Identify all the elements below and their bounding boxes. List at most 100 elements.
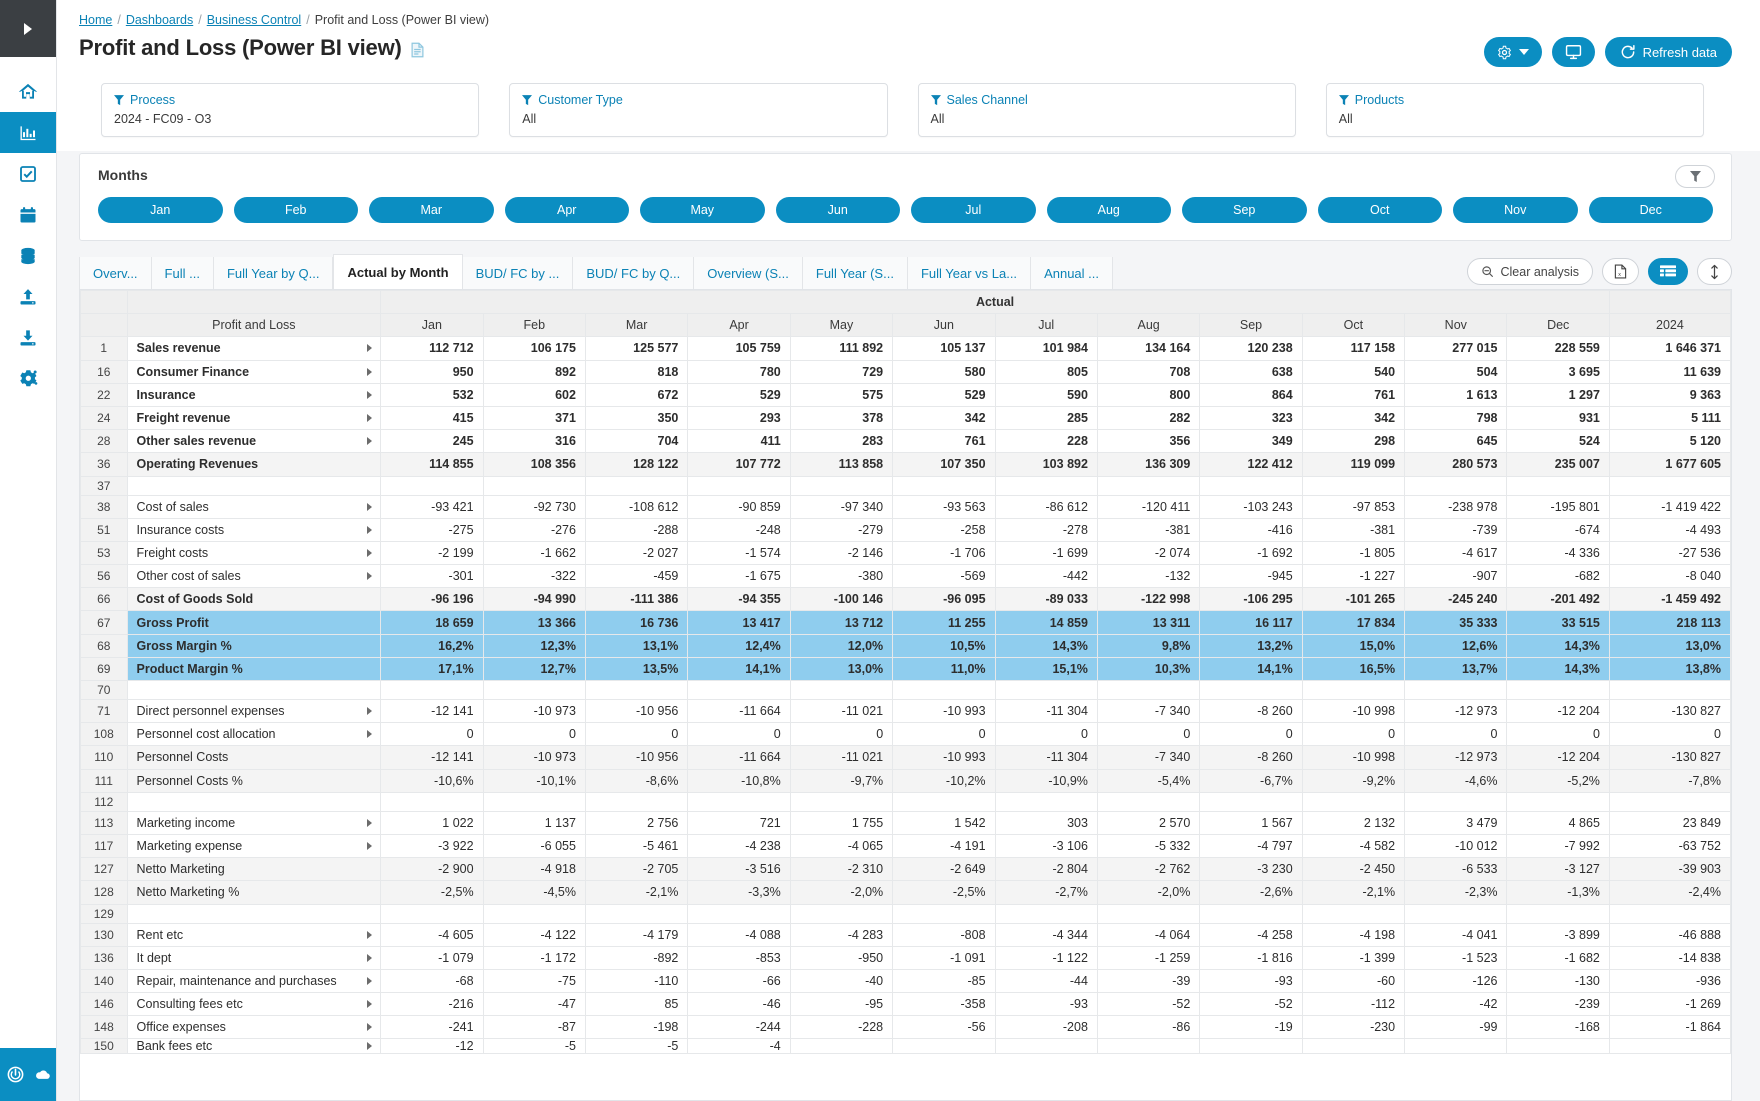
- table-cell[interactable]: -230: [1301, 1015, 1406, 1040]
- table-row[interactable]: 16 Consumer Finance 950 892 818 780 729 580 805 7…: [80, 359, 1731, 384]
- table-cell[interactable]: 303: [994, 810, 1098, 835]
- table-cell[interactable]: 645: [1404, 429, 1508, 454]
- table-cell[interactable]: -130: [1506, 968, 1610, 994]
- table-cell[interactable]: -4 605: [380, 922, 484, 947]
- tab-8[interactable]: Full Year vs La...: [907, 257, 1032, 289]
- table-cell[interactable]: 117 158: [1301, 336, 1406, 361]
- table-cell[interactable]: -1 816: [1199, 945, 1303, 970]
- table-cell[interactable]: 17 834: [1301, 610, 1406, 635]
- table-cell[interactable]: -1 805: [1301, 540, 1406, 566]
- column-header-apr[interactable]: Apr: [687, 313, 791, 338]
- table-row[interactable]: 66 Cost of Goods Sold -96 196 -94 990 -111 3…: [80, 587, 1731, 612]
- row-label[interactable]: Bank fees etc: [126, 1038, 382, 1055]
- table-cell[interactable]: 11,0%: [892, 656, 996, 682]
- table-cell[interactable]: -2,0%: [1096, 880, 1201, 905]
- table-cell[interactable]: 14,1%: [687, 656, 791, 682]
- table-cell[interactable]: -3,3%: [687, 880, 791, 905]
- table-cell[interactable]: -5: [482, 1038, 586, 1055]
- table-cell[interactable]: 13,7%: [1404, 656, 1508, 682]
- table-cell[interactable]: -168: [1506, 1015, 1610, 1040]
- table-cell[interactable]: 16,5%: [1301, 656, 1406, 682]
- table-cell[interactable]: 350: [584, 405, 689, 431]
- month-button-jul[interactable]: Jul: [911, 197, 1036, 223]
- table-cell[interactable]: -120 411: [1096, 494, 1201, 519]
- table-row[interactable]: 136 It dept -1 079 -1 172 -892 -853 -950 -1 091…: [80, 945, 1731, 970]
- table-cell[interactable]: -2,1%: [1301, 880, 1406, 905]
- table-cell[interactable]: -2,7%: [994, 880, 1098, 905]
- table-cell[interactable]: -4,6%: [1404, 768, 1508, 793]
- table-cell[interactable]: 13,2%: [1199, 633, 1303, 658]
- table-cell[interactable]: 12,4%: [687, 633, 791, 658]
- tab-0[interactable]: Overv...: [79, 257, 152, 289]
- table-cell[interactable]: -10 956: [584, 698, 689, 724]
- table-cell[interactable]: -8 260: [1199, 745, 1303, 770]
- table-cell[interactable]: -278: [994, 517, 1098, 542]
- table-cell[interactable]: -241: [380, 1015, 484, 1040]
- table-row[interactable]: 67 Gross Profit 18 659 13 366 16 736 13 417 13…: [80, 610, 1731, 635]
- table-cell[interactable]: 0: [1608, 722, 1731, 747]
- table-cell[interactable]: -97 853: [1301, 494, 1406, 519]
- table-cell[interactable]: -2 450: [1301, 857, 1406, 882]
- export-excel-button[interactable]: x: [1602, 258, 1639, 285]
- table-cell[interactable]: -5 332: [1096, 833, 1201, 859]
- table-cell[interactable]: [482, 791, 586, 812]
- table-cell[interactable]: [1199, 903, 1303, 924]
- table-cell[interactable]: 33 515: [1506, 610, 1610, 635]
- table-cell[interactable]: -288: [584, 517, 689, 542]
- table-cell[interactable]: 415: [380, 405, 484, 431]
- table-cell[interactable]: [482, 475, 586, 496]
- filter-card-sales-channel[interactable]: Sales Channel All: [917, 83, 1296, 137]
- table-cell[interactable]: -99: [1404, 1015, 1508, 1040]
- table-cell[interactable]: 342: [892, 405, 996, 431]
- table-cell[interactable]: [1199, 791, 1303, 812]
- table-cell[interactable]: 13 311: [1096, 610, 1201, 635]
- table-cell[interactable]: -12 204: [1506, 698, 1610, 724]
- table-cell[interactable]: 107 350: [892, 452, 996, 477]
- table-cell[interactable]: -10,9%: [994, 768, 1098, 793]
- expand-row-arrow-icon[interactable]: [367, 367, 373, 376]
- table-cell[interactable]: -808: [892, 922, 996, 947]
- table-cell[interactable]: [1404, 791, 1508, 812]
- table-cell[interactable]: -4: [687, 1038, 791, 1055]
- table-cell[interactable]: 235 007: [1506, 452, 1610, 477]
- table-cell[interactable]: -10 993: [892, 745, 996, 770]
- table-cell[interactable]: -4 918: [482, 857, 586, 882]
- table-cell[interactable]: 800: [1096, 382, 1201, 407]
- table-cell[interactable]: 13,0%: [789, 656, 894, 682]
- table-cell[interactable]: -94 355: [687, 587, 791, 612]
- table-cell[interactable]: -2,3%: [1404, 880, 1508, 905]
- column-header-sep[interactable]: Sep: [1199, 313, 1303, 338]
- table-cell[interactable]: 704: [584, 429, 689, 454]
- month-button-may[interactable]: May: [640, 197, 765, 223]
- table-cell[interactable]: -2 762: [1096, 857, 1201, 882]
- table-cell[interactable]: -11 304: [994, 745, 1098, 770]
- table-cell[interactable]: -93 563: [892, 494, 996, 519]
- table-cell[interactable]: -10 998: [1301, 698, 1406, 724]
- table-cell[interactable]: 0: [1096, 722, 1201, 747]
- table-cell[interactable]: 17,1%: [380, 656, 484, 682]
- table-cell[interactable]: [1301, 475, 1406, 496]
- table-cell[interactable]: 0: [789, 722, 894, 747]
- row-label[interactable]: Freight costs: [126, 540, 382, 566]
- month-button-oct[interactable]: Oct: [1317, 197, 1442, 223]
- table-cell[interactable]: 228: [994, 429, 1098, 454]
- table-row[interactable]: 140 Repair, maintenance and purchases -68-…: [80, 968, 1731, 994]
- table-cell[interactable]: -3 230: [1199, 857, 1303, 882]
- table-cell[interactable]: -12 973: [1404, 698, 1508, 724]
- table-cell[interactable]: 575: [789, 382, 894, 407]
- table-cell[interactable]: -63 752: [1608, 833, 1731, 859]
- table-cell[interactable]: -12 973: [1404, 745, 1508, 770]
- table-cell[interactable]: -52: [1199, 992, 1303, 1017]
- table-cell[interactable]: -12 141: [380, 698, 484, 724]
- table-cell[interactable]: -10 973: [482, 698, 586, 724]
- table-cell[interactable]: 112 712: [380, 336, 484, 361]
- sidebar-item-database[interactable]: [0, 235, 56, 276]
- table-row[interactable]: 129: [80, 903, 1731, 924]
- table-cell[interactable]: -1 079: [380, 945, 484, 970]
- month-button-sep[interactable]: Sep: [1182, 197, 1307, 223]
- table-cell[interactable]: -1 574: [687, 540, 791, 566]
- table-cell[interactable]: -12 141: [380, 745, 484, 770]
- table-cell[interactable]: -5,2%: [1506, 768, 1610, 793]
- table-cell[interactable]: 2 132: [1301, 810, 1406, 835]
- table-row[interactable]: 1 Sales revenue 112 712 106 175 125 577 105 7…: [80, 336, 1731, 361]
